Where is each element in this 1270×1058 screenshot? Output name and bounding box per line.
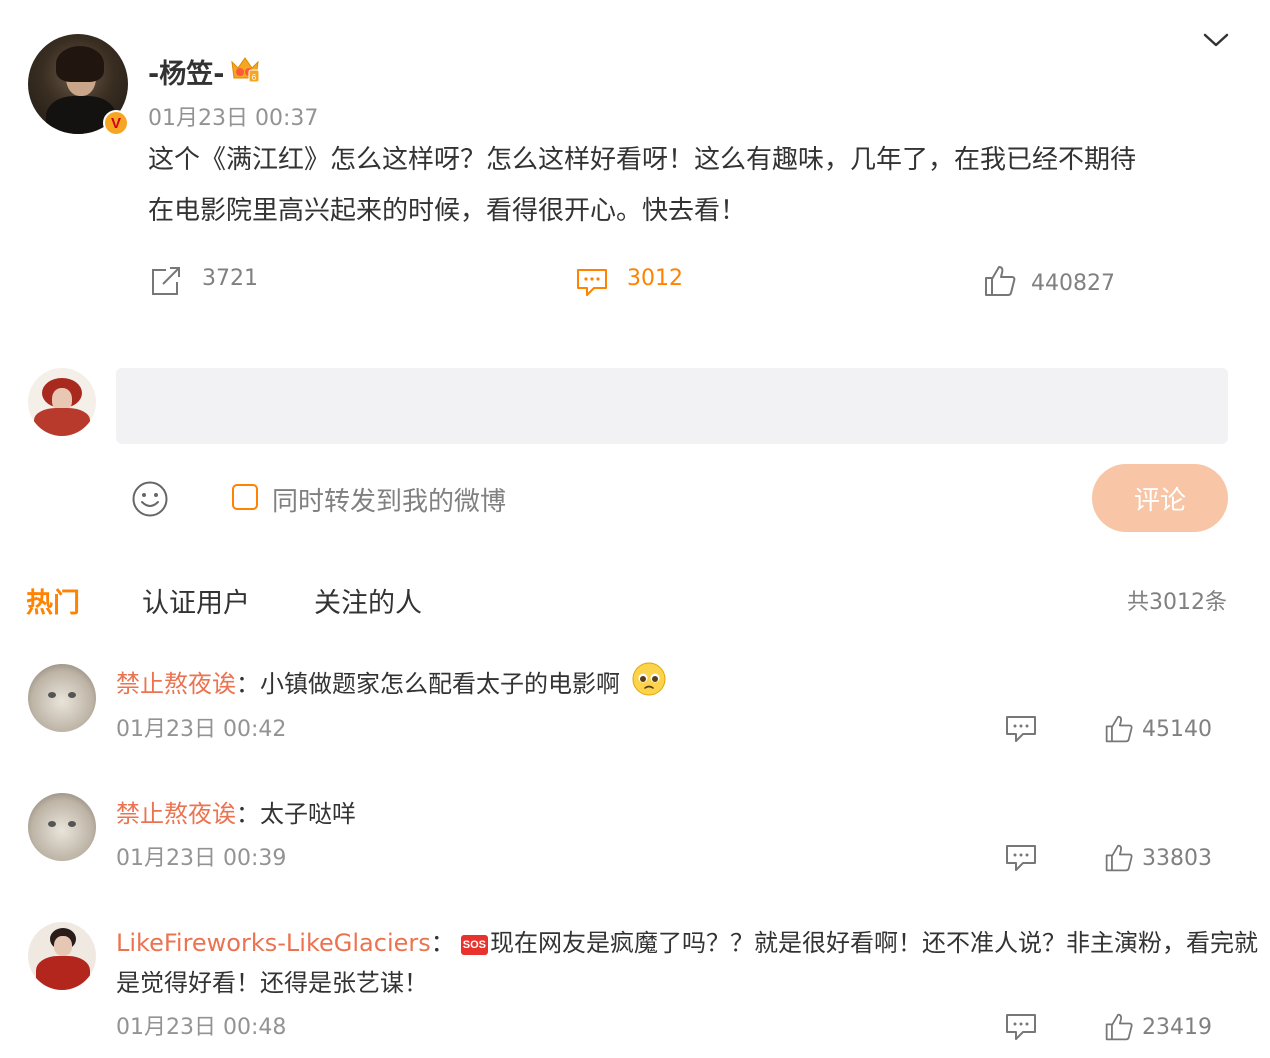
comment-username[interactable]: 禁止熬夜诶: [116, 670, 236, 698]
author-name[interactable]: -杨笠-: [148, 52, 224, 91]
thumbs-up-icon: [1104, 843, 1134, 873]
reply-icon[interactable]: [1005, 843, 1037, 873]
comment-like-button[interactable]: 45140: [1104, 714, 1214, 748]
comment-total: 共3012条: [1127, 590, 1227, 615]
comment-separator: ：: [430, 929, 455, 957]
comment-like-count: 23419: [1142, 1015, 1212, 1040]
comment-text-line2: 是觉得好看！还得是张艺谋！: [116, 969, 428, 997]
sos-badge-icon: SOS: [460, 935, 488, 955]
repost-count: 3721: [202, 266, 258, 291]
thumbs-up-icon: [1104, 1012, 1134, 1042]
svg-text:6: 6: [252, 73, 257, 82]
post-time[interactable]: 01月23日 00:37: [148, 100, 318, 132]
post-text-line1: 这个《满江红》怎么这样呀？怎么这样好看呀！这么有趣味，几年了，在我已经不期待: [148, 145, 1137, 175]
like-button[interactable]: 440827: [983, 264, 1143, 300]
comment-separator: ：: [236, 800, 260, 828]
comment-like-count: 33803: [1142, 846, 1212, 871]
comment-avatar[interactable]: [28, 922, 96, 990]
comment-separator: ：: [236, 670, 260, 698]
comment-like-button[interactable]: 23419: [1104, 1012, 1214, 1046]
comment-line: 禁止熬夜诶：小镇做题家怎么配看太子的电影啊: [116, 664, 620, 699]
comment-like-button[interactable]: 33803: [1104, 843, 1214, 877]
post-text-line2: 在电影院里高兴起来的时候，看得很开心。快去看！: [148, 196, 747, 226]
comment-time: 01月23日 00:39: [116, 846, 287, 871]
verified-badge-icon: V: [103, 110, 129, 136]
chevron-down-icon[interactable]: [1202, 30, 1230, 50]
comment-time: 01月23日 00:42: [116, 717, 287, 742]
comment-avatar[interactable]: [28, 664, 96, 732]
emoji-icon[interactable]: [131, 480, 169, 518]
comment-username[interactable]: 禁止熬夜诶: [116, 800, 236, 828]
tab-verified-users[interactable]: 认证用户: [142, 581, 250, 620]
comment-text: 太子哒咩: [260, 800, 356, 828]
comment-input[interactable]: [116, 368, 1228, 444]
reply-icon[interactable]: [1005, 1012, 1037, 1042]
thumbs-up-icon: [983, 264, 1017, 298]
current-user-avatar[interactable]: [28, 368, 96, 436]
like-count: 440827: [1031, 271, 1115, 296]
repost-checkbox[interactable]: [232, 484, 258, 510]
repost-checkbox-label[interactable]: 同时转发到我的微博: [272, 481, 506, 518]
tab-following[interactable]: 关注的人: [314, 581, 422, 620]
comment-avatar[interactable]: [28, 793, 96, 861]
repost-button[interactable]: 3721: [148, 264, 308, 300]
comment-like-count: 45140: [1142, 717, 1212, 742]
repost-icon: [148, 264, 184, 298]
comment-button[interactable]: 3012: [575, 264, 735, 300]
pleading-face-emoji-icon: [631, 661, 667, 701]
comment-line: LikeFireworks-LikeGlaciers： SOS 现在网友是疯魔了吗？…: [116, 923, 1258, 958]
comment-icon: [575, 266, 609, 298]
comment-line: 禁止熬夜诶：太子哒咩: [116, 794, 356, 829]
vip-crown-icon[interactable]: 6: [229, 54, 261, 88]
comment-time: 01月23日 00:48: [116, 1015, 287, 1040]
reply-icon[interactable]: [1005, 714, 1037, 744]
comment-username[interactable]: LikeFireworks-LikeGlaciers: [116, 929, 431, 957]
submit-comment-button[interactable]: 评论: [1092, 464, 1228, 532]
comment-count: 3012: [627, 266, 683, 291]
comment-text: 小镇做题家怎么配看太子的电影啊: [260, 670, 620, 698]
thumbs-up-icon: [1104, 714, 1134, 744]
submit-comment-label: 评论: [1133, 485, 1186, 516]
comment-text-line1: 现在网友是疯魔了吗？？就是很好看啊！还不准人说？非主演粉，看完就: [489, 929, 1258, 957]
tab-hot[interactable]: 热门: [26, 581, 80, 620]
